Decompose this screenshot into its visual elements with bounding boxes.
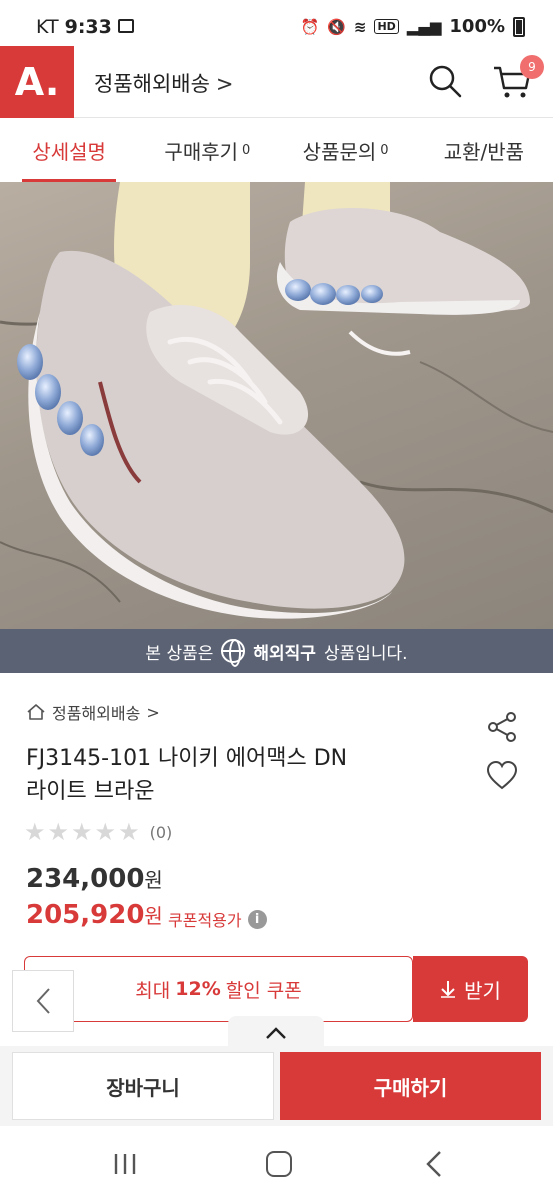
back-nav-icon[interactable] xyxy=(424,1150,444,1178)
status-icons: ⏰ 🔇 ≋ HD ▂▄▆ 100% xyxy=(300,16,525,37)
coupon-percent: 12% xyxy=(175,978,221,1000)
bottom-action-bar: 장바구니 구매하기 xyxy=(0,1046,553,1126)
home-icon xyxy=(27,704,45,720)
tab-questions[interactable]: 상품문의 0 xyxy=(277,118,415,182)
heart-icon[interactable] xyxy=(486,760,518,792)
add-to-cart-button[interactable]: 장바구니 xyxy=(12,1052,274,1120)
price-unit: 원 xyxy=(144,868,163,892)
tab-label: 구매후기 xyxy=(164,139,239,164)
status-bar: KT 9:33 ⏰ 🔇 ≋ HD ▂▄▆ 100% xyxy=(0,0,553,46)
tab-label: 교환/반품 xyxy=(443,139,525,164)
banner-suffix: 상품입니다. xyxy=(323,643,408,664)
product-image[interactable] xyxy=(0,182,553,629)
chevron-up-icon xyxy=(266,1027,286,1039)
coupon-note-label: 쿠폰적용가 xyxy=(168,911,242,930)
collapse-toggle[interactable] xyxy=(228,1016,324,1050)
buy-now-button[interactable]: 구매하기 xyxy=(280,1052,541,1120)
star-icon: ★ xyxy=(118,818,140,846)
mute-icon: 🔇 xyxy=(327,17,346,36)
recent-apps-icon[interactable] xyxy=(112,1153,138,1175)
header-title-link[interactable]: 정품해외배송 > xyxy=(94,68,234,98)
coupon-price-note: 쿠폰적용가 i xyxy=(168,907,267,931)
star-icon: ★ xyxy=(47,818,70,846)
coupon-prefix: 최대 xyxy=(135,979,171,1002)
tab-count: 0 xyxy=(380,142,389,158)
globe-icon xyxy=(221,639,246,667)
coupon-suffix: 할인 쿠폰 xyxy=(225,979,302,1002)
carrier: KT xyxy=(36,16,59,38)
tab-exchange-return[interactable]: 교환/반품 xyxy=(415,118,553,182)
sale-price-unit: 원 xyxy=(144,904,163,928)
rating-count: (0) xyxy=(149,822,173,842)
gallery-notification-icon xyxy=(118,19,134,33)
banner-highlight: 해외직구 xyxy=(253,643,316,664)
search-icon[interactable] xyxy=(428,64,462,98)
info-icon[interactable]: i xyxy=(247,909,267,929)
coupon-button-label: 받기 xyxy=(464,978,501,1003)
banner-prefix: 본 상품은 xyxy=(145,643,214,664)
back-button[interactable] xyxy=(12,970,74,1032)
system-nav-bar xyxy=(0,1126,553,1200)
battery-percent: 100% xyxy=(449,16,505,37)
status-time: KT 9:33 xyxy=(36,16,112,38)
alarm-icon: ⏰ xyxy=(300,17,320,36)
price-value: 234,000 xyxy=(26,864,145,894)
sale-price-value: 205,920 xyxy=(26,900,145,930)
product-title-line2: 라이트 브라운 xyxy=(26,779,155,804)
sneaker-photo xyxy=(0,182,553,619)
tab-detail[interactable]: 상세설명 xyxy=(0,118,138,182)
star-icon: ★ xyxy=(94,818,117,846)
tab-label: 상세설명 xyxy=(32,139,106,164)
tab-bar: 상세설명 구매후기 0 상품문의 0 교환/반품 xyxy=(0,118,553,182)
wifi-icon: ≋ xyxy=(353,17,367,36)
battery-icon xyxy=(513,16,525,37)
tab-label: 상품문의 xyxy=(302,139,377,164)
product-title: FJ3145-101 나이키 에어맥스 DN 라이트 브라운 xyxy=(26,742,426,808)
rating[interactable]: ★ ★ ★ ★ ★ (0) xyxy=(24,820,172,844)
chevron-right-icon: > xyxy=(146,702,160,722)
star-icon: ★ xyxy=(71,818,93,846)
breadcrumb[interactable]: 정품해외배송 > xyxy=(26,700,160,724)
cart-count-badge: 9 xyxy=(520,55,544,79)
header-title: 정품해외배송 xyxy=(94,72,210,96)
chevron-left-icon xyxy=(36,988,50,1014)
overseas-purchase-banner: 본 상품은 해외직구 상품입니다. xyxy=(0,629,553,673)
coupon-banner[interactable]: 최대 12% 할인 쿠폰 xyxy=(24,956,413,1022)
sale-price: 205,920원 xyxy=(26,900,163,930)
chevron-right-icon: > xyxy=(215,72,234,96)
clock: 9:33 xyxy=(64,16,112,38)
original-price: 234,000원 xyxy=(26,864,163,894)
breadcrumb-label: 정품해외배송 xyxy=(52,704,141,723)
home-button-icon[interactable] xyxy=(266,1151,292,1177)
signal-icon: ▂▄▆ xyxy=(406,17,442,36)
star-icon: ★ xyxy=(24,818,46,846)
app-header: A. 정품해외배송 > xyxy=(0,46,553,118)
product-title-line1: FJ3145-101 나이키 에어맥스 DN xyxy=(26,746,348,771)
coupon-download-button[interactable]: 받기 xyxy=(413,956,528,1022)
logo[interactable]: A. xyxy=(0,46,74,118)
hd-badge: HD xyxy=(374,19,399,34)
share-icon[interactable] xyxy=(486,711,518,743)
download-icon xyxy=(441,981,456,998)
tab-count: 0 xyxy=(242,142,251,158)
tab-reviews[interactable]: 구매후기 0 xyxy=(138,118,276,182)
